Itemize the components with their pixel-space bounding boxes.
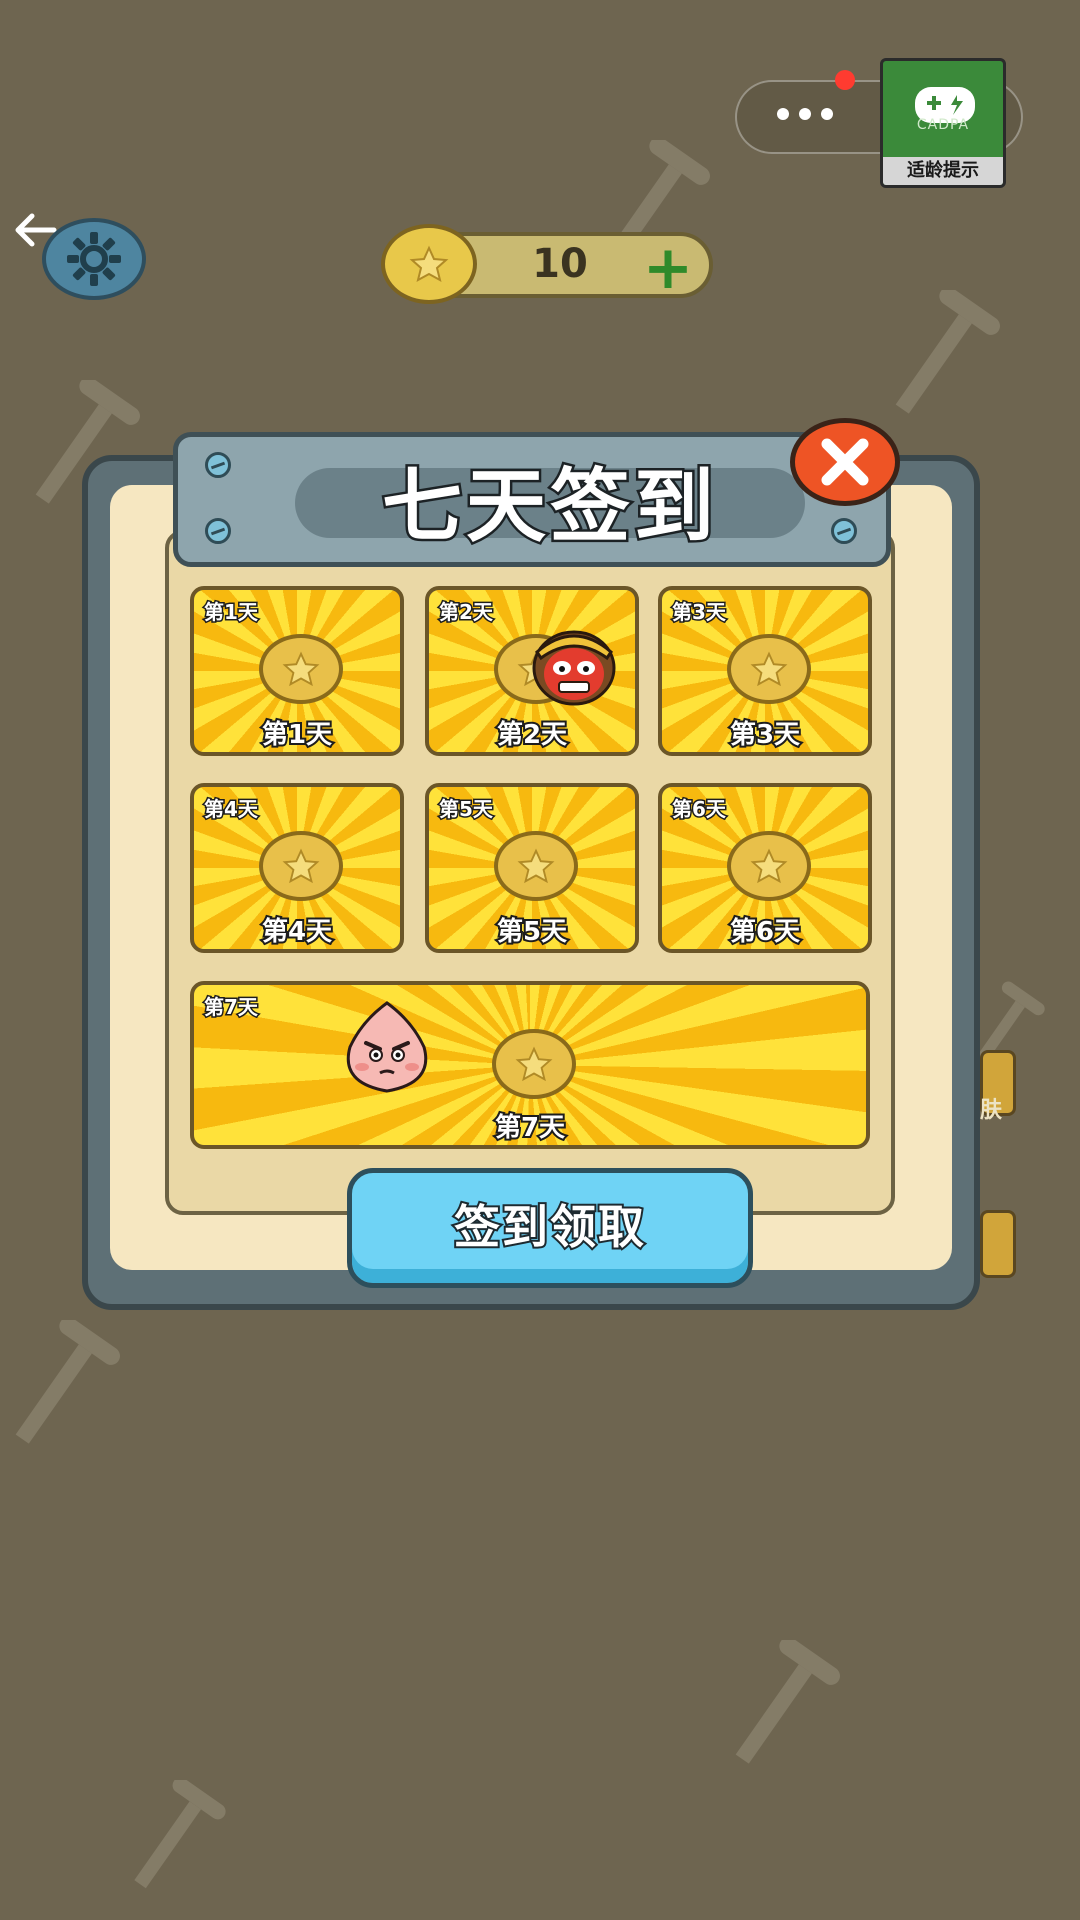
day-tag: 第5天 [438, 796, 495, 823]
day-card-6[interactable]: 第6天 第6天 [658, 783, 872, 953]
screw-icon [205, 518, 231, 544]
day-tag: 第7天 [203, 994, 260, 1021]
day-label: 第1天 [260, 718, 334, 752]
day-tag: 第6天 [671, 796, 728, 823]
age-rating-badge[interactable]: CADPA 适龄提示 [880, 58, 1006, 188]
day-card-4[interactable]: 第4天 第4天 [190, 783, 404, 953]
day-card-7[interactable]: 第7天 第7天 [190, 981, 870, 1149]
day-card-2[interactable]: 第2天 第2天 [425, 586, 639, 756]
day-tag: 第3天 [671, 599, 728, 626]
add-coins-button[interactable]: + [640, 238, 696, 299]
background-screw-decoration [134, 1780, 226, 1889]
coin-icon [381, 224, 477, 304]
age-rating-label: 适龄提示 [883, 157, 1003, 185]
age-rating-org: CADPA [916, 117, 970, 133]
monkey-mask-icon [532, 630, 616, 706]
day-label: 第5天 [495, 915, 569, 949]
background-shop-item [980, 1210, 1016, 1278]
claim-sign-in-button[interactable]: 签到领取 [347, 1168, 753, 1288]
day-card-3[interactable]: 第3天 第3天 [658, 586, 872, 756]
screw-icon [205, 452, 231, 478]
day-tag: 第1天 [203, 599, 260, 626]
day-tag: 第2天 [438, 599, 495, 626]
day-label: 第3天 [728, 718, 802, 752]
peach-face-icon [346, 1001, 428, 1093]
day-card-1[interactable]: 第1天 第1天 [190, 586, 404, 756]
close-icon [821, 438, 869, 486]
coin-count: 10 [532, 241, 588, 287]
close-button[interactable] [790, 418, 900, 506]
coin-icon [727, 831, 811, 901]
gear-icon [67, 232, 121, 286]
more-dots-icon[interactable] [777, 108, 833, 120]
background-screw-decoration [735, 1640, 840, 1764]
background-screw-decoration [895, 290, 1000, 414]
coin-icon [492, 1029, 576, 1099]
screw-icon [831, 518, 857, 544]
day-label: 第7天 [493, 1111, 567, 1145]
modal-title: 七天签到 [380, 459, 718, 554]
day-tag: 第4天 [203, 796, 260, 823]
notification-dot [835, 70, 855, 90]
settings-button[interactable] [42, 218, 146, 300]
coin-icon [259, 831, 343, 901]
day-label: 第2天 [495, 718, 569, 752]
background-screw-decoration [15, 1320, 120, 1444]
coin-icon [259, 634, 343, 704]
background-label: 肤 [980, 1098, 1003, 1123]
day-label: 第6天 [728, 915, 802, 949]
claim-button-label: 签到领取 [452, 1198, 646, 1256]
day-label: 第4天 [260, 915, 334, 949]
day-card-5[interactable]: 第5天 第5天 [425, 783, 639, 953]
coin-icon [494, 831, 578, 901]
coin-icon [727, 634, 811, 704]
